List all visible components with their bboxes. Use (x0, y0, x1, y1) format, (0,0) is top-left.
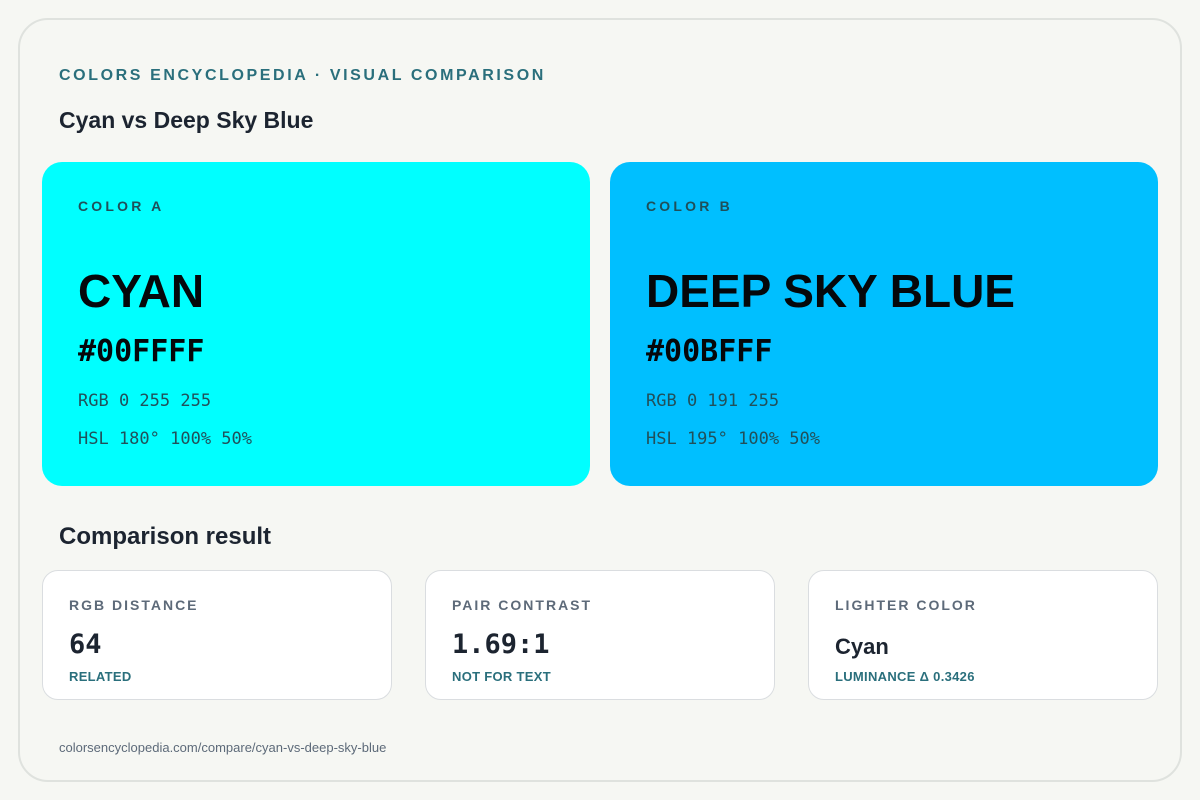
pair-contrast-note: NOT FOR TEXT (452, 669, 551, 684)
color-b-hsl: HSL 195° 100% 50% (646, 429, 820, 449)
rgb-distance-card: RGB DISTANCE 64 RELATED (42, 570, 392, 700)
color-b-swatch: COLOR B DEEP SKY BLUE #00BFFF RGB 0 191 … (610, 162, 1158, 486)
lighter-color-card: LIGHTER COLOR Cyan LUMINANCE Δ 0.3426 (808, 570, 1158, 700)
color-b-rgb: RGB 0 191 255 (646, 391, 780, 411)
page-url-link[interactable]: colorsencyclopedia.com/compare/cyan-vs-d… (59, 740, 386, 755)
color-a-name: CYAN (78, 265, 205, 317)
color-a-hex: #00FFFF (78, 334, 205, 369)
color-b-name: DEEP SKY BLUE (646, 265, 1015, 317)
page-title: Cyan vs Deep Sky Blue (59, 107, 314, 133)
pair-contrast-card: PAIR CONTRAST 1.69:1 NOT FOR TEXT (425, 570, 775, 700)
color-a-hsl: HSL 180° 100% 50% (78, 429, 252, 449)
color-a-label: COLOR A (78, 198, 165, 214)
comparison-title: Comparison result (59, 523, 272, 550)
lighter-color-label: LIGHTER COLOR (835, 597, 977, 613)
rgb-distance-value: 64 (69, 629, 102, 660)
color-a-rgb: RGB 0 255 255 (78, 391, 212, 411)
color-a-swatch: COLOR A CYAN #00FFFF RGB 0 255 255 HSL 1… (42, 162, 590, 486)
rgb-distance-label: RGB DISTANCE (69, 597, 199, 613)
pair-contrast-value: 1.69:1 (452, 629, 550, 660)
lighter-color-value: Cyan (835, 634, 889, 659)
pair-contrast-label: PAIR CONTRAST (452, 597, 593, 613)
rgb-distance-note: RELATED (69, 669, 132, 684)
luminance-delta-note: LUMINANCE Δ 0.3426 (835, 669, 975, 684)
color-b-label: COLOR B (646, 198, 733, 214)
color-b-hex: #00BFFF (646, 334, 773, 369)
site-eyebrow: COLORS ENCYCLOPEDIA · VISUAL COMPARISON (59, 67, 546, 84)
